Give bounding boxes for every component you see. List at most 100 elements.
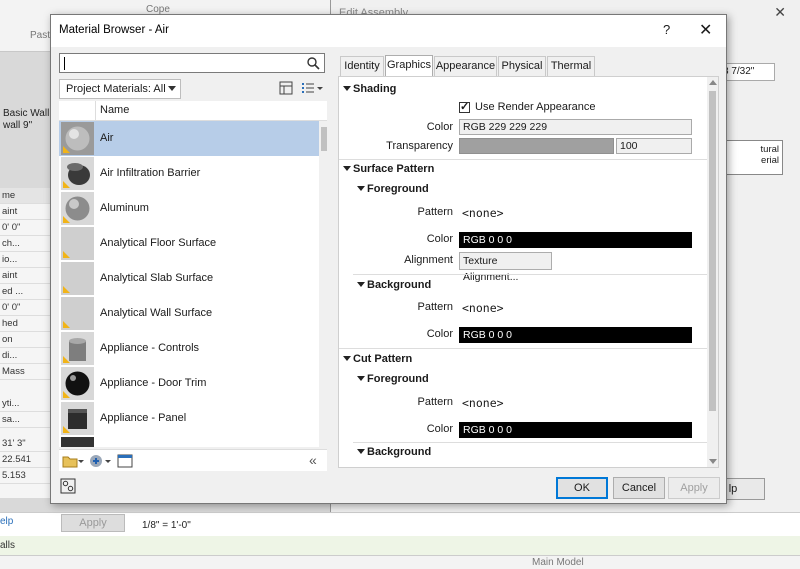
- material-name: Air Infiltration Barrier: [100, 167, 201, 179]
- subsection-cut-foreground[interactable]: Foreground: [339, 371, 709, 389]
- scroll-down-icon[interactable]: [709, 459, 717, 464]
- material-thumbnail: [61, 402, 94, 435]
- transparency-value[interactable]: 100: [616, 138, 692, 154]
- cancel-button[interactable]: Cancel: [613, 477, 665, 499]
- close-icon[interactable]: ✕: [699, 20, 712, 40]
- material-row-air[interactable]: Air: [59, 121, 319, 156]
- transparency-slider[interactable]: [459, 138, 614, 154]
- scroll-up-icon[interactable]: [709, 80, 717, 85]
- text-caret: [64, 57, 65, 70]
- help-link[interactable]: elp: [0, 516, 13, 527]
- tab-graphics[interactable]: Graphics: [385, 55, 433, 77]
- divider: [339, 348, 709, 349]
- list-view-icon[interactable]: [301, 81, 323, 95]
- material-name: Analytical Floor Surface: [100, 237, 217, 249]
- material-row[interactable]: [59, 436, 319, 447]
- grid-view-icon[interactable]: [279, 81, 293, 95]
- thickness-field[interactable]: 8 7/32": [719, 63, 775, 81]
- shading-color-field[interactable]: RGB 229 229 229: [459, 119, 692, 135]
- section-surface-pattern[interactable]: Surface Pattern: [339, 161, 709, 179]
- material-row[interactable]: Air Infiltration Barrier: [59, 156, 319, 191]
- dialog-title: Material Browser - Air: [59, 24, 169, 36]
- material-name: Analytical Wall Surface: [100, 307, 213, 319]
- scrollbar-thumb[interactable]: [321, 127, 327, 151]
- prop-row: di...: [0, 348, 55, 364]
- alignment-label: Alignment: [404, 254, 453, 266]
- dialog-titlebar: Material Browser - Air ? ✕: [51, 15, 726, 47]
- view-scale[interactable]: 1/8" = 1'-0": [142, 520, 191, 531]
- collapse-triangle-icon: [343, 86, 351, 91]
- material-thumbnail: [61, 332, 94, 365]
- apply-button[interactable]: Apply: [668, 477, 720, 499]
- collapse-triangle-icon: [343, 166, 351, 171]
- scrollbar-thumb[interactable]: [709, 91, 716, 411]
- surface-foreground-color[interactable]: RGB 0 0 0: [459, 232, 692, 248]
- prop-row: 22.541: [0, 452, 55, 468]
- properties-scrollbar[interactable]: [707, 77, 718, 467]
- subsection-title: Background: [367, 446, 432, 458]
- ribbon-paste-label[interactable]: Past: [30, 30, 50, 44]
- collapse-panel-icon[interactable]: «: [309, 452, 317, 468]
- subsection-title: Background: [367, 279, 432, 291]
- assembly-column-header: tural erial: [723, 140, 783, 175]
- cut-foreground-pattern[interactable]: <none>: [459, 389, 692, 419]
- material-editor-icon[interactable]: [117, 454, 133, 468]
- prop-row: me: [0, 188, 55, 204]
- material-list-scrollbar[interactable]: [319, 121, 329, 447]
- library-folder-icon[interactable]: [62, 453, 84, 469]
- project-materials-dropdown[interactable]: Project Materials: All: [59, 79, 181, 99]
- section-shading[interactable]: Shading: [339, 81, 709, 99]
- prop-row: hed: [0, 316, 55, 332]
- search-icon[interactable]: [306, 56, 320, 70]
- subsection-surface-foreground[interactable]: Foreground: [339, 181, 709, 199]
- subsection-cut-background[interactable]: Background: [339, 444, 709, 462]
- material-thumbnail: [61, 437, 94, 447]
- search-input[interactable]: [59, 53, 325, 73]
- warning-icon: [63, 321, 70, 328]
- type-name-line2: wall 9": [3, 120, 33, 131]
- subsection-surface-background[interactable]: Background: [339, 277, 709, 295]
- tab-thermal[interactable]: Thermal: [547, 56, 595, 76]
- tab-identity[interactable]: Identity: [340, 56, 384, 76]
- library-filter-bar: Project Materials: All: [59, 79, 327, 99]
- main-model-selector[interactable]: Main Model: [532, 557, 632, 569]
- material-row[interactable]: Appliance - Panel: [59, 401, 319, 436]
- surface-background-pattern[interactable]: <none>: [459, 294, 692, 324]
- prop-row: aint: [0, 268, 55, 284]
- material-row[interactable]: Appliance - Door Trim: [59, 366, 319, 401]
- tab-physical[interactable]: Physical: [498, 56, 546, 76]
- tab-appearance[interactable]: Appearance: [434, 56, 497, 76]
- divider: [353, 274, 709, 275]
- color-label: Color: [426, 423, 453, 435]
- properties-apply-button[interactable]: Apply: [61, 514, 125, 532]
- material-row[interactable]: Analytical Floor Surface: [59, 226, 319, 261]
- close-icon[interactable]: ✕: [774, 4, 786, 21]
- checkbox-checked[interactable]: [459, 100, 470, 113]
- cut-foreground-color[interactable]: RGB 0 0 0: [459, 422, 692, 438]
- prop-row: 5.153: [0, 468, 55, 484]
- transparency-label: Transparency: [386, 140, 453, 152]
- surface-foreground-pattern[interactable]: <none>: [459, 199, 692, 229]
- section-title: Shading: [353, 83, 397, 95]
- ok-button[interactable]: OK: [556, 477, 608, 499]
- help-icon[interactable]: ?: [663, 22, 670, 37]
- warning-icon: [63, 356, 70, 363]
- type-selector[interactable]: Basic Wall wall 9": [3, 108, 49, 132]
- material-row[interactable]: Analytical Wall Surface: [59, 296, 319, 331]
- type-name-line1: Basic Wall: [3, 108, 50, 119]
- graphics-properties-panel: Shading Use Render Appearance Color RGB …: [338, 76, 719, 468]
- material-library-icon[interactable]: [59, 477, 77, 495]
- col-line2: erial: [761, 155, 779, 166]
- material-thumbnail: [61, 157, 94, 190]
- section-cut-pattern[interactable]: Cut Pattern: [339, 351, 709, 369]
- surface-background-color[interactable]: RGB 0 0 0: [459, 327, 692, 343]
- cut-background-pattern[interactable]: [459, 461, 692, 467]
- material-row[interactable]: Aluminum: [59, 191, 319, 226]
- create-material-icon[interactable]: [89, 453, 111, 469]
- texture-alignment-button[interactable]: Texture Alignment...: [459, 252, 552, 283]
- material-row[interactable]: Analytical Slab Surface: [59, 261, 319, 296]
- subsection-title: Foreground: [367, 373, 429, 385]
- material-browser-dialog: Material Browser - Air ? ✕ Project Mater…: [50, 14, 727, 504]
- column-name-header[interactable]: Name: [100, 104, 129, 116]
- material-row[interactable]: Appliance - Controls: [59, 331, 319, 366]
